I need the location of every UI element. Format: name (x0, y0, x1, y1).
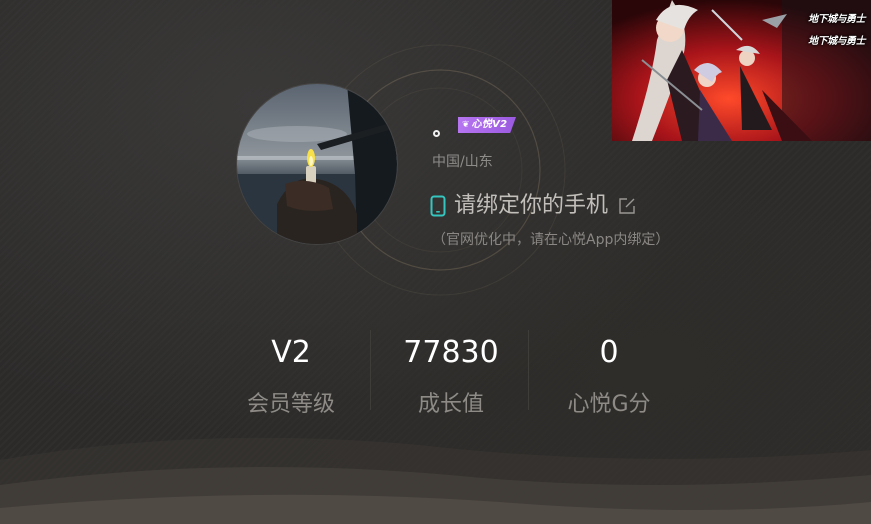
stat-label: 成长值 (417, 392, 484, 417)
stat-growth-value[interactable]: 77830 成长值 (371, 335, 531, 419)
stat-value: 77830 (403, 335, 499, 370)
phone-icon (430, 195, 446, 217)
bind-phone-text: 请绑定你的手机 (454, 193, 609, 218)
edit-icon[interactable] (618, 197, 636, 215)
username (433, 130, 440, 137)
bind-phone-note: （官网优化中，请在心悦App内绑定） (432, 232, 670, 248)
game-ad-banner[interactable]: 地下城与勇士 地下城与勇士 (612, 0, 871, 141)
avatar-photo (237, 84, 397, 244)
stat-g-points[interactable]: 0 心悦G分 (529, 335, 689, 419)
stat-value: 0 (599, 335, 619, 370)
wing-icon: ❦ (462, 119, 470, 130)
stat-value: V2 (271, 335, 311, 370)
vip-badge-label: 心悦V2 (471, 119, 508, 130)
bind-phone-link[interactable]: 请绑定你的手机 (430, 192, 636, 220)
decorative-waves (0, 437, 871, 524)
stat-member-level[interactable]: V2 会员等级 (211, 335, 371, 419)
ad-logo-text-secondary: 地下城与勇士 (808, 36, 866, 47)
location: 中国/山东 (432, 154, 493, 170)
avatar[interactable] (237, 84, 397, 244)
ad-logo-text: 地下城与勇士 (808, 14, 866, 25)
stat-label: 会员等级 (246, 392, 335, 417)
stat-label: 心悦G分 (567, 392, 651, 417)
vip-badge[interactable]: ❦ 心悦V2 (458, 117, 516, 133)
